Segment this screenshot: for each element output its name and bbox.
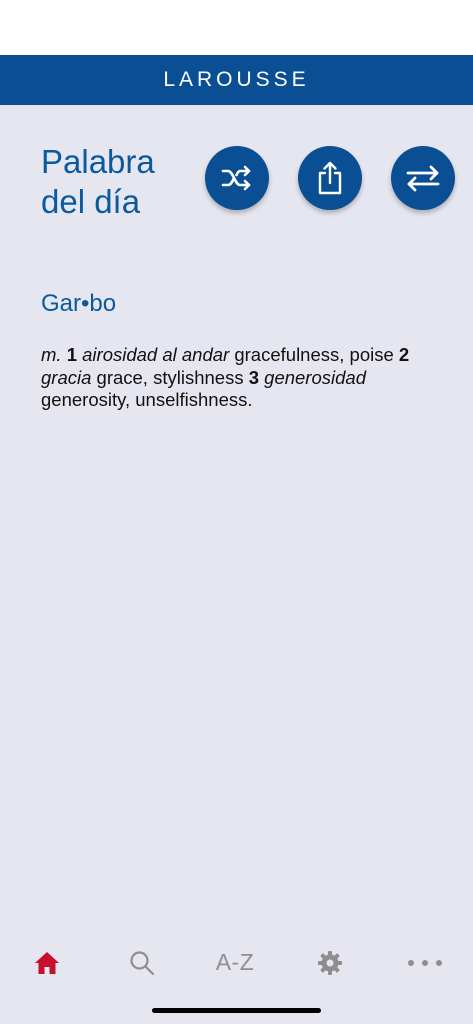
tab-home[interactable] xyxy=(17,935,77,990)
swap-language-button[interactable] xyxy=(391,146,455,210)
status-bar xyxy=(0,0,473,55)
sense-english: generosity, unselfishness. xyxy=(41,389,253,410)
header-bar: LAROUSSE xyxy=(0,55,473,105)
tab-bar: A-Z xyxy=(0,935,473,990)
home-icon xyxy=(35,951,59,974)
page-title: Palabra del día xyxy=(41,142,201,222)
more-dots-icon xyxy=(408,959,442,966)
search-icon xyxy=(130,950,155,975)
shuffle-icon xyxy=(221,165,251,191)
definition-text: m. 1 airosidad al andar gracefulness, po… xyxy=(41,344,446,412)
page-title-line1: Palabra xyxy=(41,143,155,180)
swap-arrows-icon xyxy=(406,165,440,192)
sense-number: 2 xyxy=(398,344,410,365)
sense-english: grace, stylishness xyxy=(96,366,244,388)
share-icon xyxy=(318,161,342,195)
page-title-line2: del día xyxy=(41,183,141,220)
shuffle-button[interactable] xyxy=(205,146,269,210)
brand-logo: LAROUSSE xyxy=(163,68,310,91)
gear-icon xyxy=(318,950,342,975)
tab-search[interactable] xyxy=(112,935,172,990)
sense-spanish: generosidad xyxy=(264,366,366,388)
tab-a-z[interactable]: A-Z xyxy=(205,935,265,990)
share-button[interactable] xyxy=(298,146,362,210)
headword: Gar•bo xyxy=(41,290,117,317)
sense-number: 3 xyxy=(248,366,260,388)
home-indicator[interactable] xyxy=(152,1008,321,1013)
tab-more[interactable] xyxy=(395,935,455,990)
sense-english: gracefulness, poise xyxy=(234,344,394,365)
sense-spanish: airosidad al andar xyxy=(82,344,230,365)
sense-number: 1 xyxy=(66,344,77,365)
tab-settings[interactable] xyxy=(300,935,360,990)
gender-label: m. xyxy=(41,344,62,365)
tab-a-z-label: A-Z xyxy=(215,949,255,975)
sense-spanish: gracia xyxy=(41,366,92,388)
